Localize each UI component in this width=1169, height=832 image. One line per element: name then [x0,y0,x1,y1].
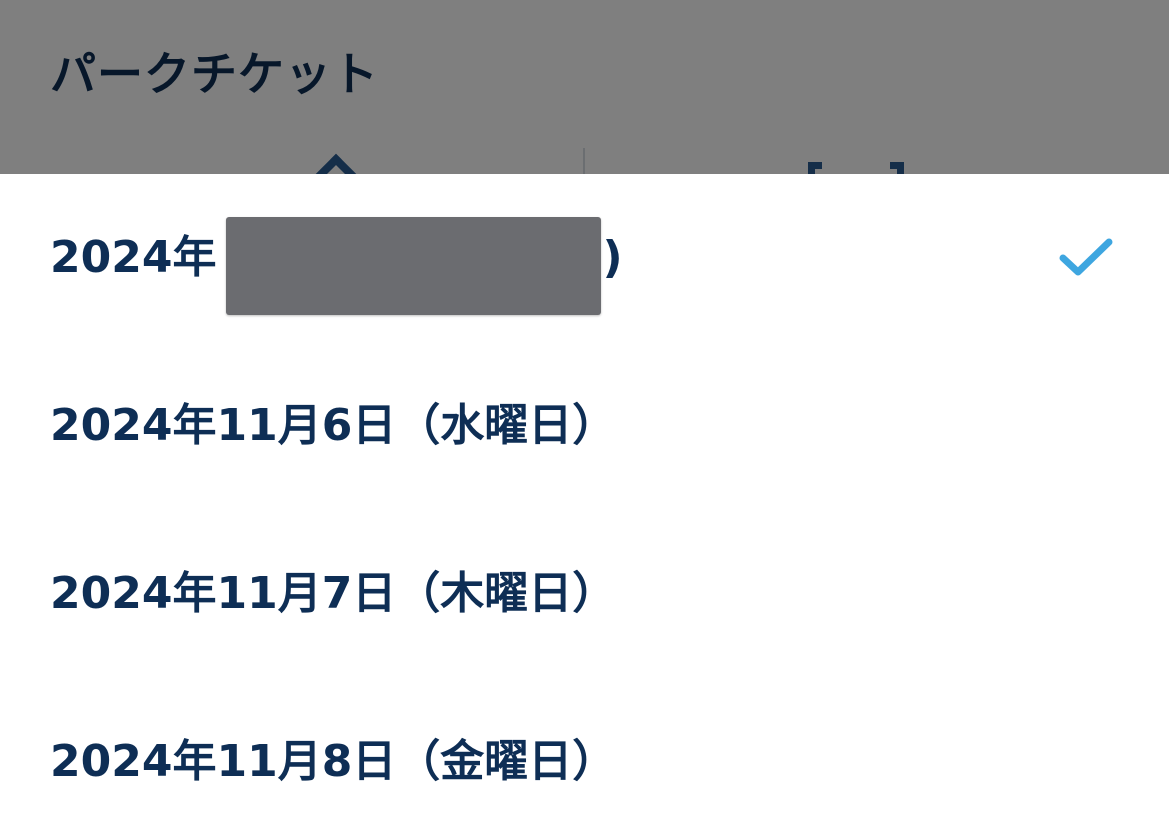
date-option[interactable]: 2024年11月8日（金曜日） [0,678,1169,832]
checkmark-icon [1059,238,1113,276]
date-option[interactable]: 2024年11月7日（木曜日） [0,510,1169,678]
redaction-block [226,217,601,315]
date-option[interactable]: 2024年11月6日（水曜日） [0,342,1169,510]
date-option-label: 2024年11月6日（水曜日） [50,400,617,451]
date-option-label: 2024年11月8日（金曜日） [50,736,617,787]
screen: パークチケット 2024年) 2024年11月6日（水曜日） 2024年11月7… [0,0,1169,832]
date-option-label: 2024年11月7日（木曜日） [50,568,617,619]
